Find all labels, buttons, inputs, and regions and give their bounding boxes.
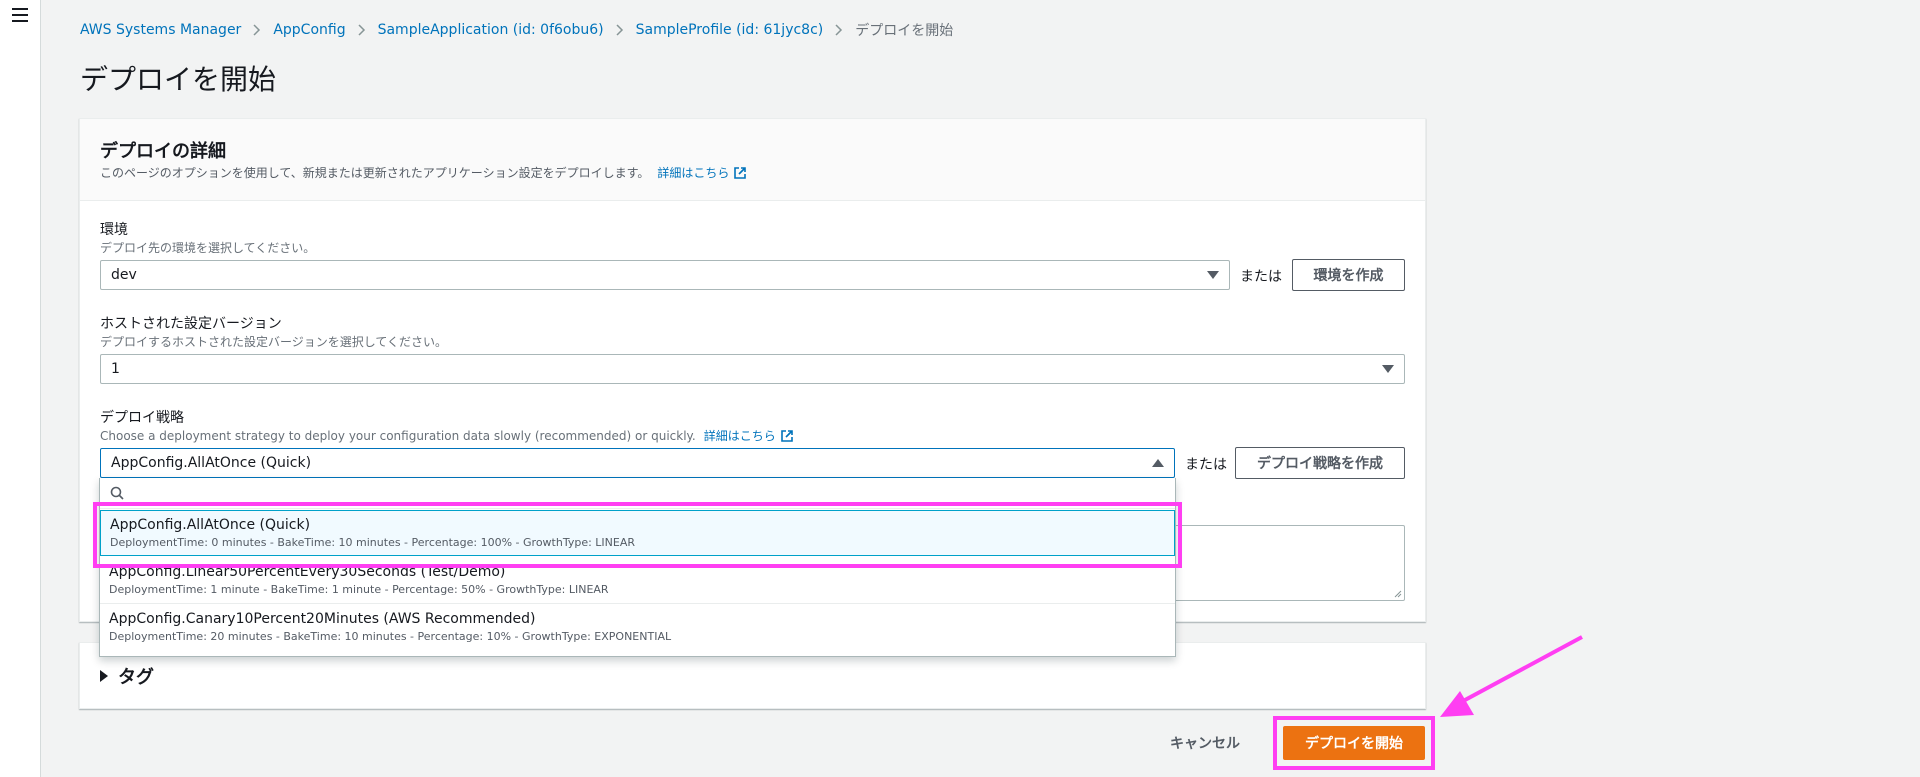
description-textarea[interactable] <box>1170 525 1405 601</box>
breadcrumb-link-profile[interactable]: SampleProfile (id: 61jyc8c) <box>636 22 824 38</box>
environment-select[interactable]: dev <box>100 260 1230 290</box>
menu-icon[interactable] <box>12 8 28 22</box>
external-link-icon <box>780 429 793 442</box>
container-description-text: このページのオプションを使用して、新規または更新されたアプリケーション設定をデプ… <box>100 166 650 180</box>
caret-down-icon <box>1207 271 1219 279</box>
environment-select-value: dev <box>111 267 137 283</box>
strategy-learn-more-label: 詳細はこちら <box>703 429 776 443</box>
strategy-option-canary10[interactable]: AppConfig.Canary10Percent20Minutes (AWS … <box>100 605 1175 651</box>
container-header: デプロイの詳細 このページのオプションを使用して、新規または更新されたアプリケー… <box>80 119 1425 201</box>
create-environment-button[interactable]: 環境を作成 <box>1292 259 1405 291</box>
option-detail: DeploymentTime: 0 minutes - BakeTime: 10… <box>110 536 636 549</box>
breadcrumb-current: デプロイを開始 <box>855 23 954 39</box>
option-detail: DeploymentTime: 1 minute - BakeTime: 1 m… <box>109 583 609 596</box>
caret-right-icon <box>100 670 108 682</box>
resize-handle-icon <box>1394 590 1402 598</box>
strategy-description-text: Choose a deployment strategy to deploy y… <box>100 428 696 443</box>
strategy-description: Choose a deployment strategy to deploy y… <box>100 427 794 444</box>
tags-title: タグ <box>118 667 154 688</box>
breadcrumb-link-systems-manager[interactable]: AWS Systems Manager <box>80 22 241 38</box>
environment-label: 環境 <box>100 222 128 238</box>
chevron-right-icon <box>835 24 843 36</box>
strategy-select[interactable]: AppConfig.AllAtOnce (Quick) <box>100 448 1175 478</box>
option-name: AppConfig.Linear50PercentEvery30Seconds … <box>109 564 506 580</box>
strategy-learn-more-link[interactable]: 詳細はこちら <box>704 427 794 444</box>
strategy-or-text: または <box>1185 457 1227 473</box>
learn-more-link[interactable]: 詳細はこちら <box>657 164 747 181</box>
option-detail: DeploymentTime: 20 minutes - BakeTime: 1… <box>109 630 672 643</box>
caret-down-icon <box>1382 365 1394 373</box>
search-icon <box>110 486 124 500</box>
caret-up-icon <box>1152 459 1164 467</box>
hosted-version-label: ホストされた設定バージョン <box>100 316 282 332</box>
annotation-arrow-icon <box>1440 635 1583 717</box>
container-title: デプロイの詳細 <box>100 141 226 162</box>
strategy-select-value: AppConfig.AllAtOnce (Quick) <box>111 455 312 471</box>
external-link-icon <box>734 166 747 179</box>
hosted-version-select[interactable]: 1 <box>100 354 1405 384</box>
option-name: AppConfig.AllAtOnce (Quick) <box>110 517 311 533</box>
chevron-right-icon <box>616 24 624 36</box>
strategy-option-linear50[interactable]: AppConfig.Linear50PercentEvery30Seconds … <box>100 558 1175 604</box>
learn-more-label: 詳細はこちら <box>657 166 730 180</box>
environment-description: デプロイ先の環境を選択してください。 <box>100 241 316 255</box>
strategy-option-allatonce[interactable]: AppConfig.AllAtOnce (Quick) DeploymentTi… <box>100 510 1175 556</box>
environment-or-text: または <box>1240 269 1282 285</box>
chevron-right-icon <box>358 24 366 36</box>
dropdown-search-field[interactable] <box>100 478 1175 509</box>
container-description: このページのオプションを使用して、新規または更新されたアプリケーション設定をデプ… <box>100 164 747 181</box>
breadcrumb: AWS Systems Manager AppConfig SampleAppl… <box>80 20 953 40</box>
hosted-version-select-value: 1 <box>111 361 120 377</box>
page-title: デプロイを開始 <box>80 63 277 96</box>
side-navigation-rail <box>0 0 41 777</box>
create-strategy-button[interactable]: デプロイ戦略を作成 <box>1235 447 1405 479</box>
option-name: AppConfig.Canary10Percent20Minutes (AWS … <box>109 611 536 627</box>
chevron-right-icon <box>253 24 261 36</box>
breadcrumb-link-appconfig[interactable]: AppConfig <box>273 22 345 38</box>
breadcrumb-link-application[interactable]: SampleApplication (id: 0f6obu6) <box>378 22 604 38</box>
cancel-button[interactable]: キャンセル <box>1170 731 1240 755</box>
start-deployment-button[interactable]: デプロイを開始 <box>1283 726 1425 760</box>
hosted-version-description: デプロイするホストされた設定バージョンを選択してください。 <box>100 335 448 349</box>
strategy-dropdown-list: AppConfig.AllAtOnce (Quick) DeploymentTi… <box>99 478 1176 657</box>
tags-expand-toggle[interactable]: タグ <box>100 663 154 689</box>
strategy-label: デプロイ戦略 <box>100 410 184 426</box>
